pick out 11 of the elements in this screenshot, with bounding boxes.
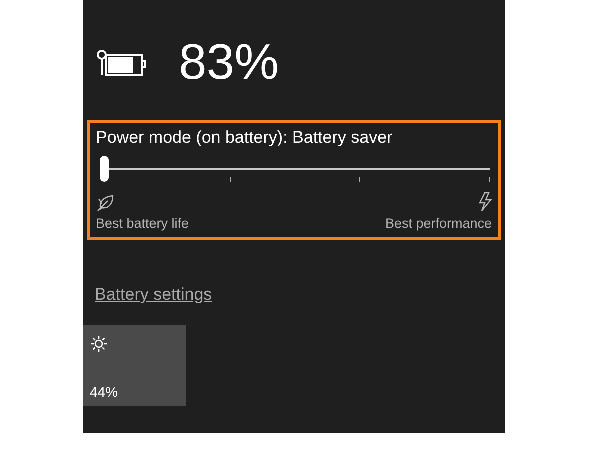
leaf-icon [96,194,116,212]
battery-percentage: 83% [179,33,280,92]
battery-settings-link[interactable]: Battery settings [95,285,212,305]
brightness-tile[interactable]: 44% [83,325,186,406]
brightness-value: 44% [90,384,120,400]
best-battery-life-label: Best battery life [96,216,190,231]
power-mode-title: Power mode (on battery): Battery saver [96,128,394,148]
slider-thumb[interactable] [100,156,109,182]
sun-icon [90,335,108,353]
best-performance-label: Best performance [385,216,492,231]
lightning-icon [478,192,492,212]
